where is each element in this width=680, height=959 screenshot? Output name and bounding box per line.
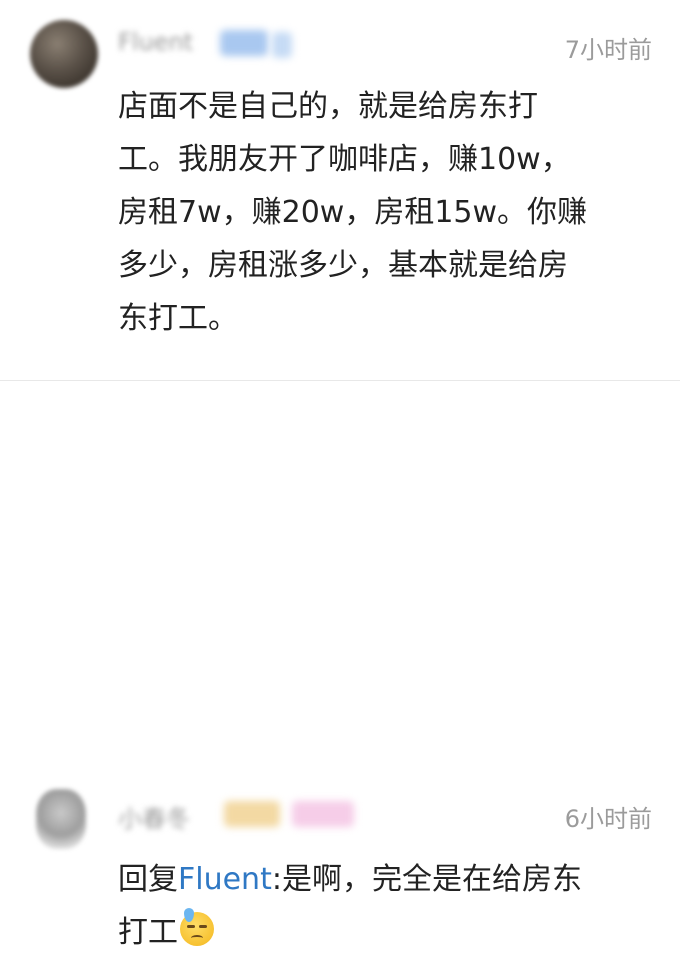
user-badge bbox=[272, 32, 292, 58]
comment-item: 小春冬 6小时前 回复Fluent:是啊，完全是在给房东 打工 bbox=[0, 381, 680, 950]
anxious-sweat-face-icon bbox=[180, 908, 214, 946]
avatar[interactable] bbox=[30, 20, 98, 88]
mention-link[interactable]: Fluent bbox=[178, 862, 272, 897]
user-badge bbox=[224, 801, 280, 827]
reply-body: 打工 bbox=[118, 915, 178, 950]
reply-body: :是啊，完全是在给房东 bbox=[271, 862, 582, 897]
reply-text-line: 回复Fluent:是啊，完全是在给房东 bbox=[118, 853, 658, 906]
reply-prefix: 回复 bbox=[118, 862, 178, 897]
comment-text-line: 东打工。 bbox=[118, 301, 238, 336]
comment-timestamp: 6小时前 bbox=[564, 805, 652, 833]
avatar[interactable] bbox=[36, 789, 86, 849]
username[interactable]: 小春冬 bbox=[118, 799, 190, 834]
comment-text-line: 房租7w，赚20w，房租15w。你赚 bbox=[118, 195, 588, 230]
user-badge bbox=[220, 30, 268, 56]
username[interactable]: Fluent bbox=[118, 28, 193, 56]
comment-text-line: 店面不是自己的，就是给房东打 bbox=[118, 89, 538, 124]
comment-item: Fluent 7小时前 店面不是自己的，就是给房东打 工。我朋友开了咖啡店，赚1… bbox=[0, 0, 680, 380]
reply-text-line: 打工 bbox=[118, 906, 658, 959]
comment-text-line: 工。我朋友开了咖啡店，赚10w， bbox=[118, 142, 571, 177]
comment-text-line: 多少，房租涨多少，基本就是给房 bbox=[118, 248, 568, 283]
comment-text: 店面不是自己的，就是给房东打 工。我朋友开了咖啡店，赚10w， 房租7w，赚20… bbox=[118, 80, 658, 345]
comment-timestamp: 7小时前 bbox=[564, 36, 652, 64]
reply-text: 回复Fluent:是啊，完全是在给房东 打工 bbox=[118, 853, 658, 959]
user-badge bbox=[292, 801, 354, 827]
